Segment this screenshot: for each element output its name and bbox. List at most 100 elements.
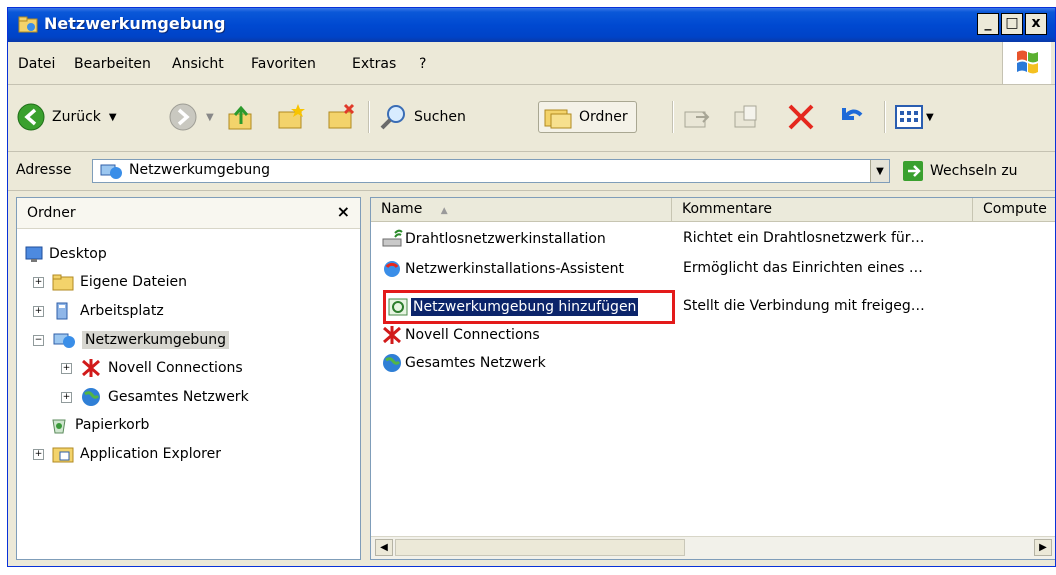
computer-icon [52, 302, 74, 320]
forward-button[interactable]: ▼ [168, 101, 214, 133]
horizontal-scrollbar[interactable]: ◀ ▶ [371, 536, 1055, 559]
menu-bar: Datei Bearbeiten Ansicht Favoriten Extra… [8, 42, 1055, 85]
forward-arrow-icon [169, 103, 197, 131]
address-input[interactable]: Netzwerkumgebung ▼ [92, 159, 890, 183]
menu-bearbeiten[interactable]: Bearbeiten [74, 56, 151, 72]
globe-icon [381, 353, 403, 373]
expand-toggle[interactable]: + [61, 362, 72, 374]
chevron-left-icon: ◀ [380, 542, 388, 553]
expand-toggle[interactable]: + [33, 305, 44, 317]
folders-pane: Ordner × Desktop + Eigene Dateien + Arbe… [16, 197, 361, 560]
views-grid-icon [895, 105, 923, 129]
close-pane-icon[interactable]: × [337, 202, 350, 221]
copy-to-button[interactable] [732, 101, 762, 133]
expand-toggle[interactable]: + [61, 391, 72, 403]
menu-favoriten[interactable]: Favoriten [251, 56, 316, 72]
up-folder-button[interactable] [226, 101, 256, 133]
list-item-comment: Richtet ein Drahtlosnetzwerk für… [683, 230, 925, 246]
list-item[interactable]: Drahtlosnetzwerkinstallation [381, 226, 606, 252]
maximize-button[interactable]: □ [1001, 13, 1023, 35]
expand-toggle[interactable]: + [33, 276, 44, 288]
tree-item-application-explorer[interactable]: + Application Explorer [33, 441, 221, 467]
tree-item-netzwerkumgebung[interactable]: − Netzwerkumgebung [33, 327, 229, 353]
tree-item-desktop[interactable]: Desktop [25, 241, 107, 267]
delete-folder-button[interactable] [326, 101, 356, 133]
folders-icon [544, 109, 572, 129]
explorer-window: Netzwerkumgebung _ □ x Datei Bearbeiten … [7, 7, 1056, 567]
highlight-box [383, 290, 675, 324]
minimize-button[interactable]: _ [977, 13, 999, 35]
back-arrow-icon [17, 103, 45, 131]
column-header-computer[interactable]: Compute [973, 198, 1055, 222]
expand-toggle[interactable]: + [33, 448, 44, 460]
copy-to-icon [734, 105, 757, 128]
back-button[interactable]: Zurück ▼ [16, 101, 117, 133]
delete-button[interactable] [786, 101, 816, 133]
folders-pane-header: Ordner × [17, 198, 360, 229]
folders-toggle-button[interactable]: Ordner [538, 101, 637, 133]
network-places-icon [99, 162, 123, 184]
address-bar: Adresse Netzwerkumgebung ▼ Wechseln zu [8, 152, 1055, 191]
menu-ansicht[interactable]: Ansicht [172, 56, 224, 72]
up-folder-icon [228, 105, 252, 130]
list-item[interactable]: Gesamtes Netzwerk [381, 350, 546, 376]
chevron-right-icon: ▶ [1039, 542, 1047, 553]
network-places-icon [52, 331, 76, 349]
column-header-name[interactable]: Name ▲ [371, 198, 672, 222]
windows-logo [1002, 42, 1051, 84]
list-item[interactable]: Novell Connections [381, 322, 540, 348]
address-dropdown-button[interactable]: ▼ [870, 160, 889, 182]
network-wizard-icon [381, 259, 403, 279]
go-arrow-icon [903, 161, 923, 181]
toolbar-separator [368, 101, 370, 133]
address-label: Adresse [16, 162, 72, 178]
views-dropdown-icon[interactable]: ▼ [926, 112, 934, 123]
wireless-setup-icon [381, 229, 403, 249]
scroll-left-button[interactable]: ◀ [375, 539, 393, 556]
novell-icon [80, 358, 102, 378]
desktop-icon [25, 245, 43, 263]
folder-delete-icon [328, 103, 355, 129]
network-folder-icon [18, 16, 38, 33]
menu-extras[interactable]: Extras [352, 56, 396, 72]
globe-icon [80, 387, 102, 407]
windows-flag-icon [1017, 50, 1038, 74]
tree-item-novell-connections[interactable]: + Novell Connections [61, 355, 243, 381]
close-button[interactable]: x [1025, 13, 1047, 35]
tree-item-gesamtes-netzwerk[interactable]: + Gesamtes Netzwerk [61, 384, 249, 410]
back-dropdown-icon[interactable]: ▼ [109, 112, 117, 123]
search-button[interactable]: Suchen [378, 101, 466, 133]
folders-pane-title: Ordner [27, 205, 76, 221]
sort-ascending-icon: ▲ [440, 206, 448, 216]
file-list-pane: Name ▲ Kommentare Compute Drahtlosnetzwe… [370, 197, 1055, 560]
list-item-comment: Ermöglicht das Einrichten eines … [683, 260, 923, 276]
list-item-comment: Stellt die Verbindung mit freigeg… [683, 298, 925, 314]
title-bar[interactable]: Netzwerkumgebung _ □ x [8, 8, 1055, 42]
undo-icon [842, 108, 863, 120]
tree-item-eigene-dateien[interactable]: + Eigene Dateien [33, 269, 187, 295]
delete-x-icon [788, 104, 814, 130]
collapse-toggle[interactable]: − [33, 334, 44, 346]
column-header-kommentare[interactable]: Kommentare [672, 198, 973, 222]
menu-help[interactable]: ? [419, 56, 426, 72]
novell-icon [381, 325, 403, 345]
toolbar-separator [884, 101, 886, 133]
folder-icon [52, 273, 74, 291]
scroll-thumb[interactable] [395, 539, 685, 556]
menu-datei[interactable]: Datei [18, 56, 55, 72]
forward-dropdown-icon[interactable]: ▼ [206, 112, 214, 123]
search-icon [380, 105, 405, 130]
scroll-right-button[interactable]: ▶ [1034, 539, 1052, 556]
views-button[interactable]: ▼ [894, 101, 934, 133]
window-title: Netzwerkumgebung [44, 14, 226, 33]
folder-star-icon [278, 104, 305, 129]
tree-item-papierkorb[interactable]: Papierkorb [49, 412, 149, 438]
list-item[interactable]: Netzwerkinstallations-Assistent [381, 256, 624, 282]
new-folder-button[interactable] [276, 101, 306, 133]
go-button[interactable]: Wechseln zu [902, 159, 1018, 183]
tree-item-arbeitsplatz[interactable]: + Arbeitsplatz [33, 298, 164, 324]
toolbar-separator [672, 101, 674, 133]
move-to-button[interactable] [682, 101, 712, 133]
undo-button[interactable] [836, 101, 866, 133]
chevron-down-icon: ▼ [876, 165, 884, 177]
